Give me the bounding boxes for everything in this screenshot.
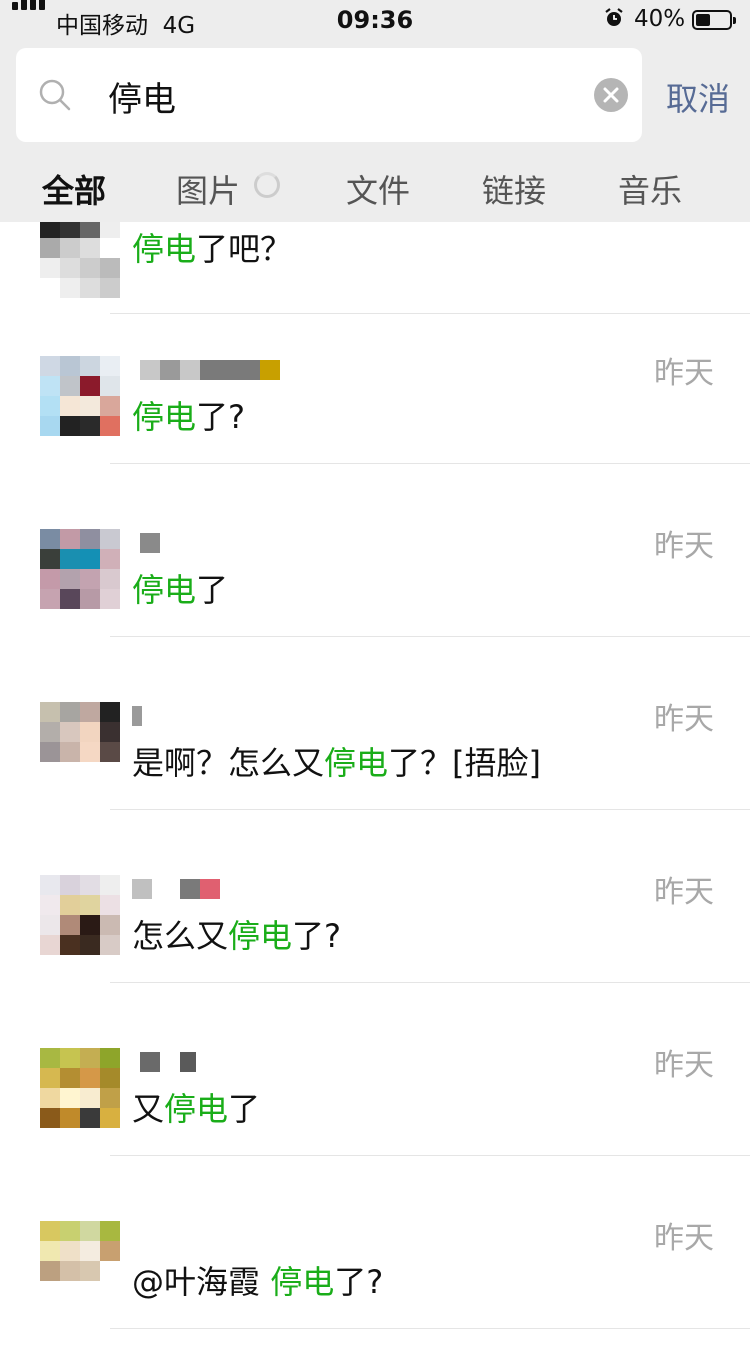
message-snippet: 怎么又停电了? xyxy=(132,911,341,957)
search-input[interactable]: 停电 xyxy=(108,72,176,121)
avatar[interactable] xyxy=(40,702,120,782)
keyword-highlight: 停电 xyxy=(132,571,197,609)
avatar[interactable] xyxy=(40,1221,120,1301)
message-date: 昨天 xyxy=(654,1221,714,1256)
avatar[interactable] xyxy=(40,529,120,609)
keyword-highlight: 停电 xyxy=(324,744,389,782)
battery-icon xyxy=(692,10,736,30)
keyword-highlight: 停电 xyxy=(132,230,197,268)
list-item[interactable]: 昨天停电了? xyxy=(0,320,750,493)
message-text-after: 了? xyxy=(196,398,246,436)
avatar[interactable] xyxy=(40,1048,120,1128)
message-text-after: 了 xyxy=(228,1090,261,1128)
row-divider xyxy=(110,982,750,983)
keyword-highlight: 停电 xyxy=(132,398,197,436)
list-item[interactable]: 昨天怎么又停电了? xyxy=(0,839,750,1012)
message-text-before: 是啊？怎么又 xyxy=(132,744,325,782)
search-header: 中国移动 4G 09:36 40% 停电 取消 全部 图片 文件 链接 音乐 xyxy=(0,0,750,222)
message-snippet: @叶海霞 停电了? xyxy=(132,1257,383,1303)
clear-search-button[interactable] xyxy=(594,78,628,112)
keyword-highlight: 停电 xyxy=(164,1090,229,1128)
message-text-after: 了? xyxy=(334,1263,384,1301)
avatar[interactable] xyxy=(40,356,120,436)
message-snippet: 停电了? xyxy=(132,392,245,438)
message-date: 昨天 xyxy=(654,356,714,391)
message-text-after: 了吧？ xyxy=(196,230,293,268)
avatar[interactable] xyxy=(40,218,120,298)
message-snippet: 又停电了 xyxy=(132,1084,260,1130)
list-item[interactable]: 昨天又停电了 xyxy=(0,1012,750,1185)
keyword-highlight: 停电 xyxy=(270,1263,335,1301)
loading-spinner-icon xyxy=(254,172,280,198)
alarm-icon xyxy=(605,8,623,26)
message-text-after: 了? xyxy=(292,917,342,955)
keyword-highlight: 停电 xyxy=(228,917,293,955)
cancel-button[interactable]: 取消 xyxy=(666,74,730,120)
message-text-after: 了？[捂脸] xyxy=(388,744,542,782)
message-text-before: @叶海霞 xyxy=(132,1263,271,1301)
row-divider xyxy=(110,636,750,637)
message-date: 昨天 xyxy=(654,875,714,910)
message-text-before: 又 xyxy=(132,1090,165,1128)
avatar[interactable] xyxy=(40,875,120,955)
tab-links[interactable]: 链接 xyxy=(482,166,546,212)
row-divider xyxy=(110,313,750,314)
message-date: 昨天 xyxy=(654,529,714,564)
row-divider xyxy=(110,463,750,464)
close-icon xyxy=(603,87,619,103)
message-text-before: 怎么又 xyxy=(132,917,229,955)
message-snippet: 停电了吧？ xyxy=(132,224,292,270)
message-text-after: 了 xyxy=(196,571,229,609)
list-item[interactable]: 昨天停电了 xyxy=(0,493,750,666)
row-divider xyxy=(110,809,750,810)
battery-percent: 40% xyxy=(634,6,686,32)
list-item[interactable]: 昨天是啊？怎么又停电了？[捂脸] xyxy=(0,666,750,839)
search-bar[interactable]: 停电 xyxy=(16,48,642,142)
message-snippet: 停电了 xyxy=(132,565,228,611)
message-snippet: 是啊？怎么又停电了？[捂脸] xyxy=(132,738,541,784)
tab-images[interactable]: 图片 xyxy=(176,166,240,212)
message-date: 昨天 xyxy=(654,702,714,737)
row-divider xyxy=(110,1328,750,1329)
list-item[interactable]: 昨天 @叶海霞 停电了? xyxy=(0,1185,750,1358)
tab-files[interactable]: 文件 xyxy=(346,166,410,212)
status-bar: 中国移动 4G 09:36 40% xyxy=(0,0,750,40)
message-date: 昨天 xyxy=(654,1048,714,1083)
search-icon xyxy=(39,79,71,111)
tab-music[interactable]: 音乐 xyxy=(618,166,682,212)
tab-all[interactable]: 全部 xyxy=(42,166,106,212)
row-divider xyxy=(110,1155,750,1156)
